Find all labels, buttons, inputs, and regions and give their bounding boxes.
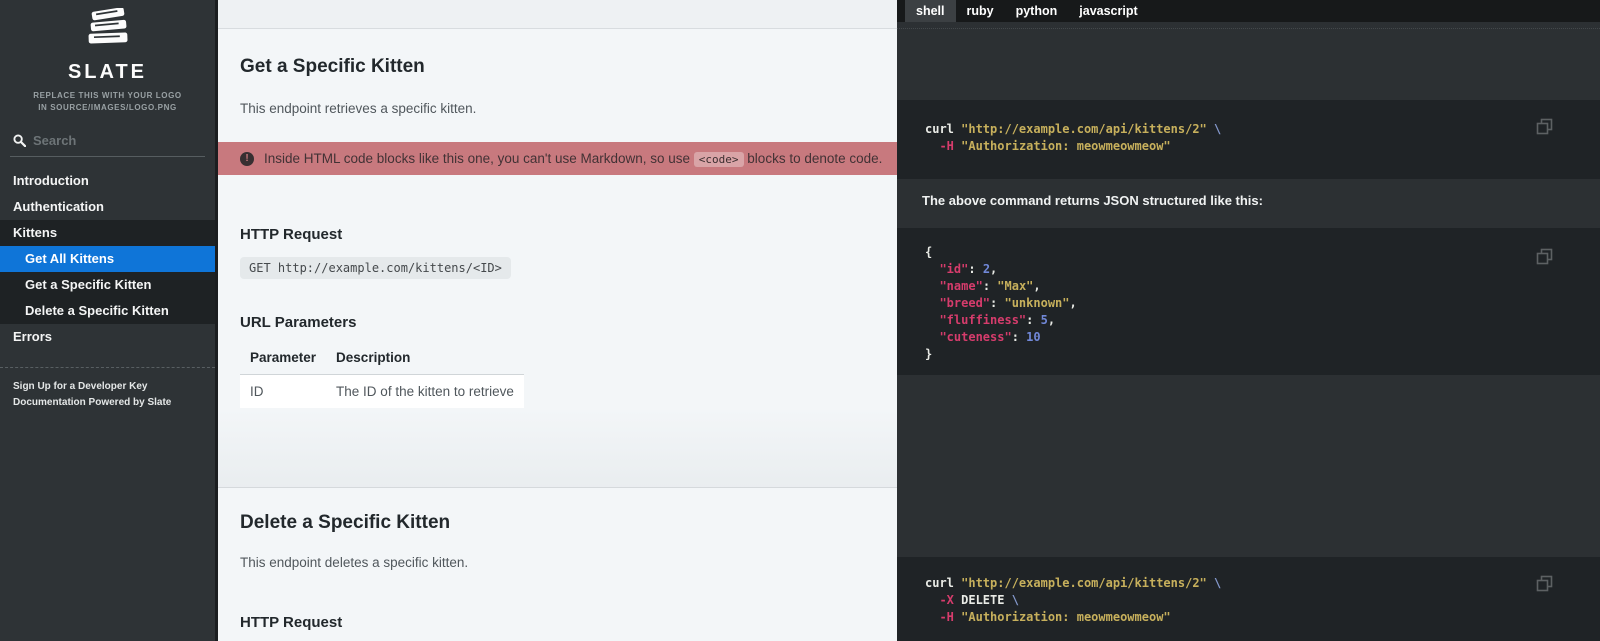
- copy-icon[interactable]: [1536, 248, 1553, 265]
- code-sample-panel: shell ruby python javascript curl "http:…: [897, 0, 1600, 641]
- logo-title: SLATE: [0, 61, 215, 84]
- table-header-description: Description: [326, 341, 524, 375]
- http-request-heading-delete: HTTP Request: [218, 614, 897, 632]
- json-response-code-block: { "id": 2, "name": "Max", "breed": "unkn…: [897, 228, 1600, 375]
- sidebar-item-get-all-kittens[interactable]: Get All Kittens: [0, 246, 215, 272]
- table-row: ID The ID of the kitten to retrieve: [240, 375, 524, 409]
- sidebar-item-introduction[interactable]: Introduction: [0, 168, 215, 194]
- response-annotation: The above command returns JSON structure…: [897, 192, 1600, 209]
- sidebar-item-delete-a-specific-kitten[interactable]: Delete a Specific Kitten: [0, 298, 215, 324]
- slate-books-icon: [80, 8, 136, 54]
- section-description-delete: This endpoint deletes a specific kitten.: [218, 555, 897, 571]
- url-parameters-heading: URL Parameters: [218, 314, 897, 332]
- exclamation-circle-icon: !: [240, 152, 254, 166]
- table-header-parameter: Parameter: [240, 341, 326, 375]
- tab-python[interactable]: python: [1005, 0, 1069, 22]
- tab-javascript[interactable]: javascript: [1068, 0, 1148, 22]
- curl-get-code-block: curl "http://example.com/api/kittens/2" …: [897, 100, 1600, 179]
- table-header-row: Parameter Description: [240, 341, 524, 375]
- search-box[interactable]: [10, 129, 205, 157]
- section-title-get-specific-kitten: Get a Specific Kitten: [218, 56, 897, 78]
- sidebar-item-get-a-specific-kitten[interactable]: Get a Specific Kitten: [0, 272, 215, 298]
- sidebar-group-kittens: Kittens Get All Kittens Get a Specific K…: [0, 220, 215, 324]
- copy-icon[interactable]: [1536, 118, 1553, 135]
- http-request-endpoint: GET http://example.com/kittens/<ID>: [240, 257, 511, 279]
- sidebar-item-authentication[interactable]: Authentication: [0, 194, 215, 220]
- logo: SLATE REPLACE THIS WITH YOUR LOGO IN SOU…: [0, 0, 215, 113]
- param-description-cell: The ID of the kitten to retrieve: [326, 375, 524, 409]
- warning-text: Inside HTML code blocks like this one, y…: [264, 151, 882, 166]
- language-tab-bar: shell ruby python javascript: [897, 0, 1600, 22]
- url-parameters-table: Parameter Description ID The ID of the k…: [240, 341, 524, 408]
- warning-banner: ! Inside HTML code blocks like this one,…: [218, 142, 897, 175]
- sidebar-footer: Sign Up for a Developer Key Documentatio…: [0, 368, 215, 411]
- sidebar: SLATE REPLACE THIS WITH YOUR LOGO IN SOU…: [0, 0, 215, 641]
- sidebar-item-errors[interactable]: Errors: [0, 324, 215, 350]
- previous-section-tail: [218, 0, 897, 29]
- param-name-cell: ID: [240, 375, 326, 409]
- logo-tagline: REPLACE THIS WITH YOUR LOGO IN SOURCE/IM…: [0, 90, 215, 113]
- section-description: This endpoint retrieves a specific kitte…: [218, 101, 897, 117]
- panel-section-divider: [897, 28, 1600, 29]
- section-tail-gradient: [218, 408, 897, 487]
- search-icon: [13, 134, 26, 147]
- sidebar-nav: Introduction Authentication Kittens Get …: [0, 168, 215, 350]
- copy-icon[interactable]: [1536, 575, 1553, 592]
- logo-tagline-line2: IN SOURCE/IMAGES/LOGO.PNG: [0, 102, 215, 114]
- doc-content: Get a Specific Kitten This endpoint retr…: [215, 0, 897, 641]
- search-input[interactable]: [33, 133, 183, 148]
- section-divider: [218, 487, 897, 488]
- tab-ruby[interactable]: ruby: [956, 0, 1005, 22]
- tab-shell[interactable]: shell: [905, 0, 956, 22]
- developer-key-link[interactable]: Sign Up for a Developer Key: [13, 379, 202, 395]
- http-request-heading: HTTP Request: [218, 226, 897, 244]
- inline-code-tag: <code>: [694, 152, 744, 167]
- logo-tagline-line1: REPLACE THIS WITH YOUR LOGO: [0, 90, 215, 102]
- powered-by-slate-link[interactable]: Documentation Powered by Slate: [13, 395, 202, 411]
- sidebar-item-kittens[interactable]: Kittens: [0, 220, 215, 246]
- curl-delete-code-block: curl "http://example.com/api/kittens/2" …: [897, 557, 1600, 641]
- section-title-delete-specific-kitten: Delete a Specific Kitten: [218, 512, 897, 534]
